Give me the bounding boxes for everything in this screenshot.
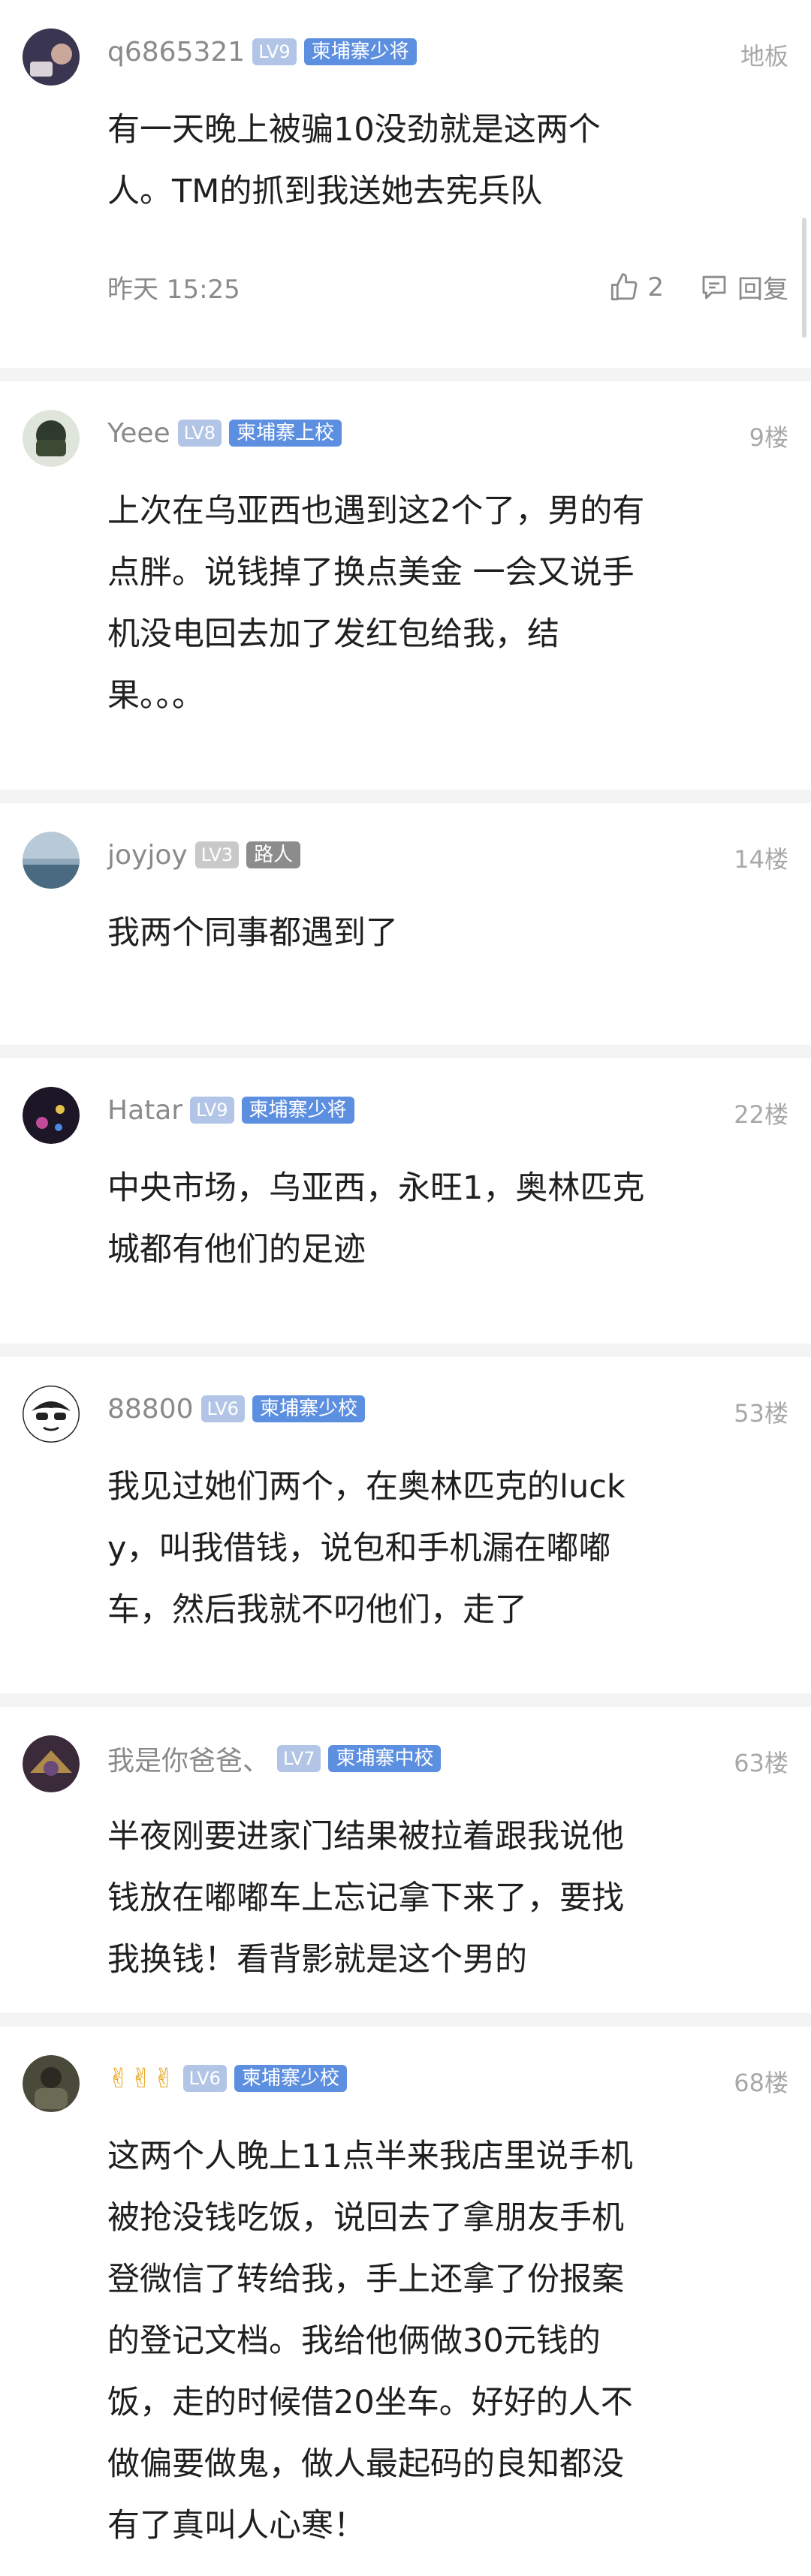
rank-badge: 柬埔寨中校	[328, 1745, 442, 1772]
level-badge: LV7	[277, 1745, 321, 1772]
rank-badge: 柬埔寨上校	[229, 420, 342, 447]
rank-badge: 柬埔寨少校	[234, 2065, 347, 2092]
timestamp: 昨天 15:25	[107, 275, 240, 305]
floor-label: 地板	[740, 42, 788, 71]
comment-item: 88800 LV6 柬埔寨少校 53楼 我见过她们两个，在奥林匹克的luck y…	[0, 1344, 811, 1708]
user-info: 我是你爸爸、 LV7 柬埔寨中校	[107, 1739, 442, 1778]
thumbs-up-icon	[608, 272, 640, 303]
username[interactable]: q6865321	[107, 37, 245, 68]
comment-meta: 昨天 15:25 2 回复	[107, 269, 788, 305]
floor-label: 9楼	[749, 423, 788, 452]
user-info: Hatar LV9 柬埔寨少将	[107, 1091, 354, 1129]
floor-label: 22楼	[734, 1100, 788, 1129]
username[interactable]: Yeee	[107, 418, 170, 449]
level-badge: LV8	[177, 420, 222, 447]
avatar[interactable]	[23, 1386, 80, 1443]
user-info: q6865321 LV9 柬埔寨少将	[107, 33, 417, 71]
level-badge: LV6	[200, 1395, 245, 1422]
comment-item: joyjoy LV3 路人 14楼 我两个同事都遇到了	[0, 790, 811, 1059]
rank-badge: 路人	[246, 841, 301, 868]
level-badge: LV9	[190, 1097, 234, 1124]
level-badge: LV6	[182, 2065, 227, 2092]
reply-label: 回复	[737, 275, 788, 305]
comment-text: 我两个同事都遇到了	[107, 914, 398, 952]
avatar[interactable]	[23, 29, 80, 86]
comment-item: ✌✌✌ LV6 柬埔寨少校 68楼 这两个人晚上11点半来我店里说手机 被抢没钱…	[0, 2013, 811, 2576]
comment-text: 上次在乌亚西也遇到这2个了，男的有 点胖。说钱掉了换点美金 一会又说手 机没电回…	[107, 492, 645, 715]
comment-item: Hatar LV9 柬埔寨少将 22楼 中央市场，乌亚西，永旺1，奥林匹克 城都…	[0, 1045, 811, 1358]
comment-text: 半夜刚要进家门结果被拉着跟我说他 钱放在嘟嘟车上忘记拿下来了，要找 我换钱！看背…	[107, 1818, 624, 1979]
comment-text: 这两个人晚上11点半来我店里说手机 被抢没钱吃饭，说回去了拿朋友手机 登微信了转…	[107, 2138, 633, 2544]
rank-badge: 柬埔寨少校	[252, 1395, 365, 1422]
username[interactable]: Hatar	[107, 1095, 182, 1126]
like-count: 2	[647, 272, 664, 302]
username[interactable]: ✌✌✌	[107, 2063, 176, 2094]
username[interactable]: 我是你爸爸、	[107, 1739, 270, 1778]
floor-label: 63楼	[734, 1749, 788, 1777]
rank-badge: 柬埔寨少将	[303, 38, 417, 65]
user-info: ✌✌✌ LV6 柬埔寨少校	[107, 2060, 347, 2097]
reply-button[interactable]: 回复	[698, 269, 788, 305]
username[interactable]: joyjoy	[107, 840, 188, 871]
user-info: 88800 LV6 柬埔寨少校	[107, 1390, 365, 1428]
user-info: joyjoy LV3 路人	[107, 836, 301, 874]
user-info: Yeee LV8 柬埔寨上校	[107, 414, 342, 452]
level-badge: LV9	[252, 38, 297, 65]
comment-text: 我见过她们两个，在奥林匹克的luck y，叫我借钱，说包和手机漏在嘟嘟 车，然后…	[107, 1468, 626, 1629]
comment-item: q6865321 LV9 柬埔寨少将 地板 有一天晚上被骗10没劲就是这两个 人…	[0, 0, 811, 369]
scrollbar[interactable]	[802, 218, 806, 338]
comment-text: 中央市场，乌亚西，永旺1，奥林匹克 城都有他们的足迹	[107, 1169, 645, 1268]
username[interactable]: 88800	[107, 1394, 194, 1425]
avatar[interactable]	[23, 832, 80, 889]
comment-text: 有一天晚上被骗10没劲就是这两个 人。TM的抓到我送她去宪兵队	[107, 111, 601, 210]
comment-item: Yeee LV8 柬埔寨上校 9楼 上次在乌亚西也遇到这2个了，男的有 点胖。说…	[0, 368, 811, 804]
like-button[interactable]: 2	[608, 272, 664, 303]
floor-label: 53楼	[734, 1399, 788, 1428]
rank-badge: 柬埔寨少将	[241, 1097, 354, 1124]
avatar[interactable]	[23, 410, 80, 467]
avatar[interactable]	[23, 1087, 80, 1144]
avatar[interactable]	[23, 2055, 80, 2112]
floor-label: 68楼	[734, 2069, 788, 2097]
avatar[interactable]	[23, 1735, 80, 1792]
floor-label: 14楼	[734, 845, 788, 874]
comment-item: 我是你爸爸、 LV7 柬埔寨中校 63楼 半夜刚要进家门结果被拉着跟我说他 钱放…	[0, 1693, 811, 2027]
comment-icon	[698, 272, 730, 303]
level-badge: LV3	[194, 841, 240, 868]
